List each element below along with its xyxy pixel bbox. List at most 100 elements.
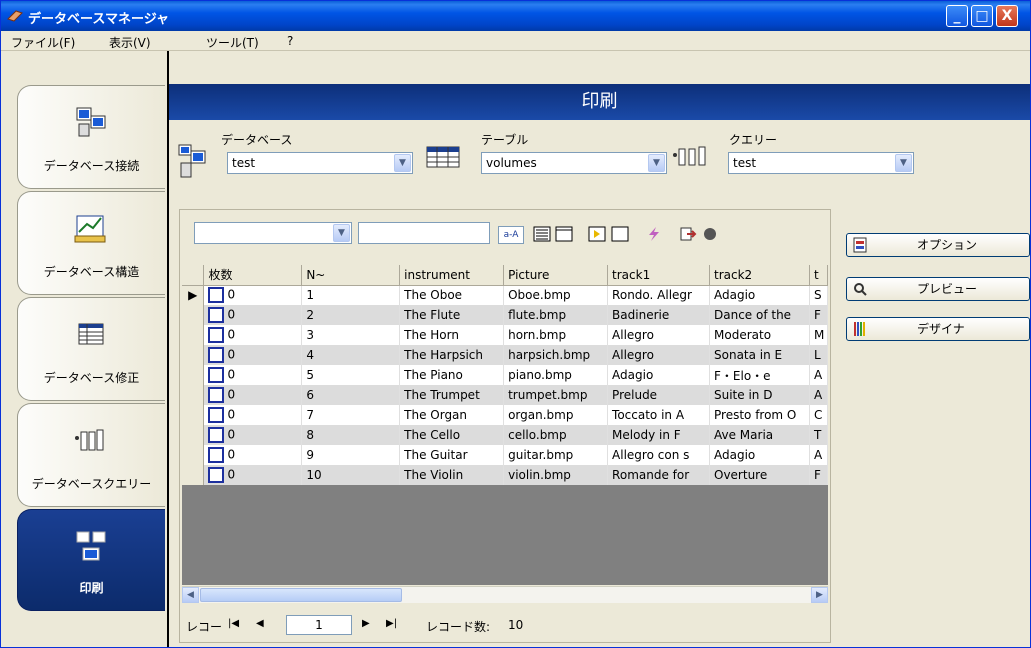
designer-button[interactable]: デザイナ <box>846 317 1030 341</box>
table-cell[interactable]: 0 <box>203 385 303 405</box>
table-cell[interactable]: Ave Maria <box>709 425 810 445</box>
column-header[interactable]: instrument <box>399 265 505 286</box>
chevron-down-icon[interactable]: ▼ <box>895 154 912 172</box>
table-cell[interactable]: M <box>809 325 828 345</box>
table-cell[interactable]: Romande for <box>607 465 710 485</box>
table-cell[interactable]: The Violin <box>399 465 505 485</box>
table-cell[interactable]: A <box>809 445 828 465</box>
table-cell[interactable]: Allegro <box>607 345 710 365</box>
table-cell[interactable]: harpsich.bmp <box>503 345 609 365</box>
table-cell[interactable]: 0 <box>203 465 303 485</box>
table-cell[interactable]: flute.bmp <box>503 305 609 325</box>
table-cell[interactable]: Allegro <box>607 325 710 345</box>
table-cell[interactable]: Prelude <box>607 385 710 405</box>
data-grid[interactable]: 枚数 N~ instrument Picture track1 track2 t… <box>182 265 828 585</box>
table-cell[interactable]: 0 <box>203 345 303 365</box>
nav-database-query[interactable]: データベースクエリー <box>17 403 165 507</box>
table-cell[interactable]: Toccato in A <box>607 405 710 425</box>
chevron-down-icon[interactable]: ▼ <box>648 154 665 172</box>
last-record-icon[interactable]: ▶| <box>386 618 397 629</box>
table-cell[interactable]: organ.bmp <box>503 405 609 425</box>
empty-box-icon[interactable] <box>610 226 630 244</box>
checkbox[interactable] <box>208 327 225 343</box>
menu-view[interactable]: 表示(V) <box>109 34 151 51</box>
table-cell[interactable]: The Guitar <box>399 445 505 465</box>
next-record-icon[interactable]: ▶ <box>362 618 370 629</box>
close-button[interactable]: X <box>996 5 1018 27</box>
table-cell[interactable]: A <box>809 365 828 385</box>
table-cell[interactable]: Rondo. Allegr <box>607 285 710 305</box>
table-cell[interactable]: F・Elo・e <box>709 365 810 385</box>
query-select[interactable]: test ▼ <box>728 152 914 174</box>
scroll-right-icon[interactable]: ▶ <box>811 587 828 603</box>
preview-button[interactable]: プレビュー <box>846 277 1030 301</box>
table-row[interactable]: 0 10 The Violin violin.bmp Romande for O… <box>182 465 828 485</box>
column-header[interactable]: track1 <box>607 265 710 286</box>
table-cell[interactable]: 6 <box>301 385 401 405</box>
table-cell[interactable]: The Horn <box>399 325 505 345</box>
table-cell[interactable]: 0 <box>203 445 303 465</box>
table-cell[interactable]: Overture <box>709 465 810 485</box>
menu-file[interactable]: ファイル(F) <box>11 34 75 51</box>
table-cell[interactable]: horn.bmp <box>503 325 609 345</box>
table-cell[interactable]: 0 <box>203 305 303 325</box>
table-cell[interactable]: Melody in F <box>607 425 710 445</box>
nav-print[interactable]: 印刷 <box>17 509 165 611</box>
table-cell[interactable]: Suite in D <box>709 385 810 405</box>
table-cell[interactable]: Dance of the <box>709 305 810 325</box>
table-cell[interactable]: 10 <box>301 465 401 485</box>
cursor-page-icon[interactable] <box>587 226 607 244</box>
horizontal-scrollbar[interactable]: ◀ ▶ <box>182 586 828 603</box>
chevron-down-icon[interactable]: ▼ <box>333 224 350 242</box>
scroll-left-icon[interactable]: ◀ <box>182 587 199 603</box>
table-cell[interactable]: 0 <box>203 405 303 425</box>
table-cell[interactable]: The Trumpet <box>399 385 505 405</box>
table-cell[interactable]: F <box>809 305 828 325</box>
table-row[interactable]: 0 6 The Trumpet trumpet.bmp Prelude Suit… <box>182 385 828 405</box>
table-cell[interactable]: 1 <box>301 285 401 305</box>
table-cell[interactable]: Adagio <box>709 445 810 465</box>
table-row[interactable]: 0 9 The Guitar guitar.bmp Allegro con s … <box>182 445 828 465</box>
column-header[interactable]: track2 <box>709 265 810 286</box>
table-row[interactable]: 0 5 The Piano piano.bmp Adagio F・Elo・e A <box>182 365 828 385</box>
blank-page-icon[interactable] <box>554 226 574 244</box>
table-cell[interactable]: The Oboe <box>399 285 505 305</box>
export-icon[interactable] <box>678 226 698 244</box>
table-row[interactable]: 0 4 The Harpsich harpsich.bmp Allegro So… <box>182 345 828 365</box>
table-cell[interactable]: violin.bmp <box>503 465 609 485</box>
checkbox[interactable] <box>208 367 225 383</box>
table-cell[interactable]: Adagio <box>607 365 710 385</box>
checkbox[interactable] <box>208 347 225 363</box>
column-header[interactable]: Picture <box>503 265 609 286</box>
first-record-icon[interactable]: |◀ <box>228 618 239 629</box>
table-cell[interactable]: Moderato <box>709 325 810 345</box>
checkbox[interactable] <box>208 407 225 423</box>
table-cell[interactable]: F <box>809 465 828 485</box>
nav-database-edit[interactable]: データベース修正 <box>17 297 165 401</box>
table-cell[interactable]: 8 <box>301 425 401 445</box>
record-number-input[interactable]: 1 <box>286 615 352 635</box>
checkbox[interactable] <box>208 447 225 463</box>
table-cell[interactable]: 9 <box>301 445 401 465</box>
table-cell[interactable]: Adagio <box>709 285 810 305</box>
table-cell[interactable]: 2 <box>301 305 401 325</box>
table-cell[interactable]: trumpet.bmp <box>503 385 609 405</box>
checkbox[interactable] <box>208 427 225 443</box>
table-cell[interactable]: The Flute <box>399 305 505 325</box>
table-cell[interactable]: Sonata in E <box>709 345 810 365</box>
table-cell[interactable]: piano.bmp <box>503 365 609 385</box>
scroll-thumb[interactable] <box>200 588 402 602</box>
column-header[interactable]: 枚数 <box>203 265 303 286</box>
table-select[interactable]: volumes ▼ <box>481 152 667 174</box>
lines-icon[interactable] <box>532 226 552 244</box>
prev-record-icon[interactable]: ◀ <box>256 618 264 629</box>
table-cell[interactable]: The Harpsich <box>399 345 505 365</box>
nav-database-connect[interactable]: データベース接続 <box>17 85 165 189</box>
lightning-icon[interactable] <box>644 226 664 244</box>
table-cell[interactable]: Badinerie <box>607 305 710 325</box>
table-cell[interactable]: Presto from O <box>709 405 810 425</box>
table-cell[interactable]: 3 <box>301 325 401 345</box>
table-cell[interactable]: 0 <box>203 285 303 305</box>
table-row[interactable]: 0 8 The Cello cello.bmp Melody in F Ave … <box>182 425 828 445</box>
column-header[interactable]: t <box>809 265 828 286</box>
